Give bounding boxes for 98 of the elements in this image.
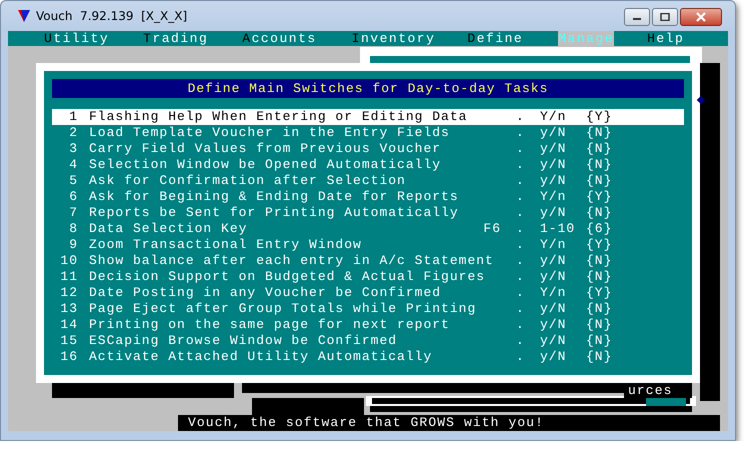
switch-value[interactable]: {N}: [586, 173, 646, 189]
leader-dot: .: [516, 221, 526, 237]
app-icon: [18, 10, 30, 22]
option-choices: y/N: [540, 317, 568, 333]
leader-dot: .: [516, 301, 526, 317]
leader-dot: .: [516, 173, 526, 189]
switch-label: Data Selection Key: [89, 221, 248, 237]
switch-value[interactable]: {N}: [586, 125, 646, 141]
row-number: 5: [68, 173, 78, 189]
menu-item[interactable]: Define: [467, 31, 524, 46]
minimize-button[interactable]: [624, 8, 650, 26]
leader-dot: .: [516, 349, 526, 365]
leader-dot: .: [516, 125, 526, 141]
option-choices: y/N: [540, 253, 568, 269]
switch-value[interactable]: {Y}: [586, 189, 646, 205]
switch-value[interactable]: {N}: [586, 317, 646, 333]
row-number: 10: [59, 253, 78, 269]
status-bar: Vouch, the software that GROWS with you!: [178, 415, 720, 431]
maximize-button[interactable]: [652, 8, 678, 26]
switch-value[interactable]: {Y}: [586, 237, 646, 253]
leader-dot: .: [516, 253, 526, 269]
menu-item[interactable]: Help: [647, 31, 684, 46]
menu-item[interactable]: Utility: [44, 31, 110, 46]
leader-dot: .: [516, 189, 526, 205]
switch-label: Zoom Transactional Entry Window: [89, 237, 363, 253]
row-number: 11: [59, 269, 78, 285]
option-choices: y/N: [540, 349, 568, 365]
switch-label: Selection Window be Opened Automatically: [89, 157, 442, 173]
switch-label: Page Eject after Group Totals while Printing: [89, 301, 478, 317]
row-number: 3: [68, 141, 78, 157]
option-choices: y/N: [540, 333, 568, 349]
row-number: 7: [68, 205, 78, 221]
switch-label: Date Posting in any Voucher be Confirmed: [89, 285, 442, 301]
leader-dot: .: [516, 205, 526, 221]
switch-label: Printing on the same page for next report: [89, 317, 451, 333]
option-choices: y/N: [540, 141, 568, 157]
option-choices: Y/n: [540, 109, 568, 125]
switch-label: Activate Attached Utility Automatically: [89, 349, 434, 365]
switch-label: Flashing Help When Entering or Editing Data: [89, 109, 468, 125]
option-choices: y/N: [540, 301, 568, 317]
switch-label: Decision Support on Budgeted & Actual Figures: [89, 269, 486, 285]
row-number: 12: [59, 285, 78, 301]
close-button[interactable]: [680, 8, 722, 26]
option-choices: Y/n: [540, 189, 568, 205]
switch-value[interactable]: {N}: [586, 141, 646, 157]
switch-value[interactable]: {Y}: [586, 109, 646, 125]
row-number: 1: [68, 109, 78, 125]
leader-dot: .: [516, 141, 526, 157]
option-choices: Y/n: [540, 285, 568, 301]
switch-label: Reports be Sent for Printing Automatically: [89, 205, 460, 221]
row-number: 8: [68, 221, 78, 237]
row-number: 15: [59, 333, 78, 349]
option-choices: y/N: [540, 125, 568, 141]
switch-value[interactable]: {N}: [586, 333, 646, 349]
switch-label: Load Template Voucher in the Entry Fields: [89, 125, 451, 141]
switch-label: Ask for Confirmation after Selection: [89, 173, 407, 189]
row-number: 16: [59, 349, 78, 365]
dialog-title: Define Main Switches for Day-to-day Tasks: [52, 79, 684, 98]
window-title: Vouch 7.92.139 [X_X_X]: [36, 9, 188, 23]
option-choices: y/N: [540, 269, 568, 285]
row-number: 13: [59, 301, 78, 317]
switch-value[interactable]: {N}: [586, 205, 646, 221]
background-window-text: urces: [624, 383, 692, 398]
maximize-icon: [660, 13, 670, 21]
leader-dot: .: [516, 333, 526, 349]
leader-dot: .: [516, 317, 526, 333]
leader-dot: .: [516, 269, 526, 285]
switch-label: Show balance after each entry in A/c Statement: [89, 253, 495, 269]
row-number: 4: [68, 157, 78, 173]
switch-value[interactable]: {N}: [586, 253, 646, 269]
switch-value[interactable]: {N}: [586, 301, 646, 317]
option-choices: Y/n: [540, 237, 568, 253]
switch-value[interactable]: {6}: [586, 221, 646, 237]
row-number: 6: [68, 189, 78, 205]
row-number: 2: [68, 125, 78, 141]
switch-label: Ask for Begining & Ending Date for Reports: [89, 189, 460, 205]
option-choices: y/N: [540, 205, 568, 221]
switch-label: ESCaping Browse Window be Confirmed: [89, 333, 398, 349]
menu-item[interactable]: Inventory: [352, 31, 436, 46]
leader-dot: .: [516, 157, 526, 173]
key-label: F6: [482, 221, 501, 237]
menu-item[interactable]: Trading: [143, 31, 208, 46]
switch-label: Carry Field Values from Previous Voucher: [89, 141, 442, 157]
option-choices: 1-10: [540, 221, 576, 237]
option-choices: y/N: [540, 157, 568, 173]
switch-value[interactable]: {Y}: [586, 285, 646, 301]
leader-dot: .: [516, 285, 526, 301]
leader-dot: .: [516, 109, 526, 125]
menu-item[interactable]: Accounts: [242, 31, 317, 46]
option-choices: y/N: [540, 173, 568, 189]
row-number: 9: [68, 237, 78, 253]
leader-dot: .: [516, 237, 526, 253]
switch-value[interactable]: {N}: [586, 269, 646, 285]
switch-value[interactable]: {N}: [586, 157, 646, 173]
row-number: 14: [59, 317, 78, 333]
close-icon: [695, 12, 707, 22]
switch-value[interactable]: {N}: [586, 349, 646, 365]
selected-row-highlight[interactable]: 1 Flashing Help When Entering or Editing Data . Y/n {Y}: [52, 109, 684, 125]
